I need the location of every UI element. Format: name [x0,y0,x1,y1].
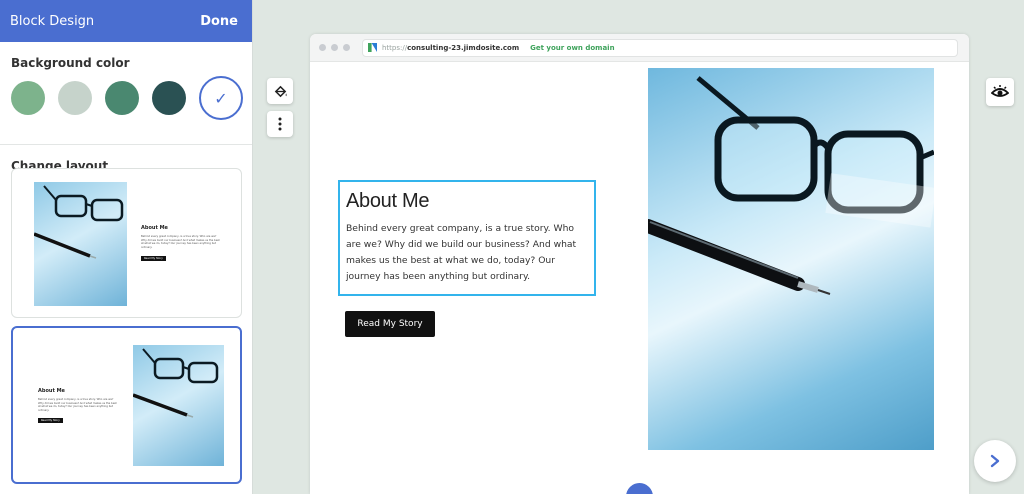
background-color-title: Background color [11,56,130,70]
glasses-pen-illustration [34,185,124,259]
layout-thumbnail-text: Behind every great company, is a true st… [38,398,117,412]
checkmark-icon: ✓ [214,88,228,108]
swatch-pale-gray-green[interactable] [58,81,92,115]
read-my-story-button[interactable]: Read My Story [345,311,435,337]
chevron-right-icon [990,454,1000,468]
block-design-panel: Block Design Done Background color ✓ Cha… [0,0,253,494]
paint-bucket-button[interactable] [267,78,293,104]
layout-thumbnail-heading: About Me [141,225,168,231]
about-heading: About Me [346,190,430,212]
layout-thumbnail-button: Read My Story [141,256,166,261]
panel-header: Block Design Done [0,0,252,42]
swatch-white-selected[interactable]: ✓ [199,76,243,120]
more-vertical-icon [278,117,282,131]
layout-thumbnail-button: Read My Story [38,418,63,423]
color-swatches: ✓ [0,70,252,140]
layout-option-image-right[interactable]: About Me Behind every great company, is … [11,326,242,484]
swatch-medium-green[interactable] [105,81,139,115]
eye-icon [991,85,1009,97]
swatch-dark-teal[interactable] [152,81,186,115]
layout-option-image-left[interactable]: About Me Behind every great company, is … [11,168,242,318]
glasses-pen-illustration [133,348,219,418]
swatch-light-green[interactable] [11,81,45,115]
panel-title: Block Design [10,13,95,29]
more-options-button[interactable] [267,111,293,137]
divider [0,144,252,145]
site-preview-window: https://consulting-23.jimdosite.com Get … [310,34,969,494]
window-dot [343,44,350,51]
about-body-text: Behind every great company, is a true st… [346,223,577,282]
glasses-pen-illustration [648,76,934,295]
layout-thumbnail-image [34,182,127,306]
hero-image-glasses-pen[interactable] [648,68,934,450]
url-text: https://consulting-23.jimdosite.com [382,44,519,52]
text-block-selected[interactable]: About Me Behind every great company, is … [338,180,596,296]
done-button[interactable]: Done [200,14,238,29]
browser-toolbar: https://consulting-23.jimdosite.com Get … [310,34,969,62]
window-dots [310,44,362,51]
url-protocol: https:// [382,43,408,52]
window-dot [319,44,326,51]
layout-thumbnail-image [133,345,224,466]
paint-bucket-icon [274,85,287,97]
url-host: consulting-23.jimdosite.com [407,43,520,52]
get-domain-link[interactable]: Get your own domain [530,44,614,52]
layout-thumbnail-heading: About Me [38,388,65,394]
jimdo-logo-icon [368,43,377,52]
preview-button[interactable] [986,78,1014,106]
next-button[interactable] [974,440,1016,482]
url-bar: https://consulting-23.jimdosite.com Get … [362,38,958,57]
window-dot [331,44,338,51]
layout-thumbnail-text: Behind every great company, is a true st… [141,235,220,249]
